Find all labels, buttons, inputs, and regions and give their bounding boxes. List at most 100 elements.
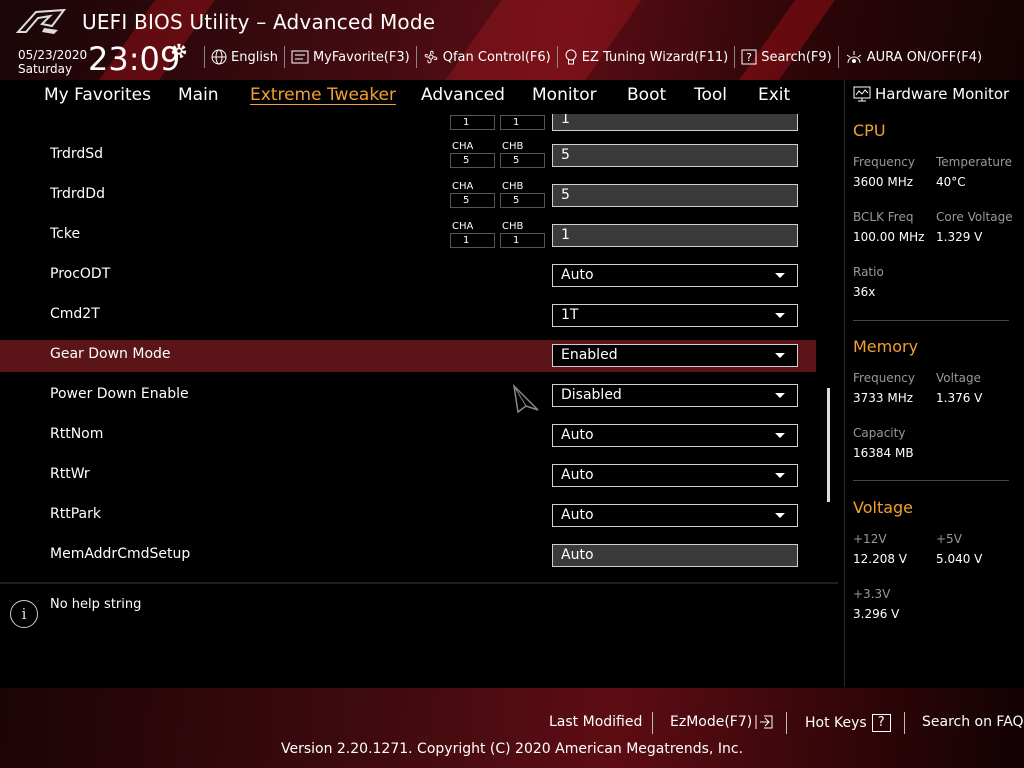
monitor-icon [853,86,871,102]
setting-row-gear-down-mode[interactable]: Gear Down Mode Enabled [0,340,816,372]
help-search-icon: ? [741,49,757,65]
aura-button[interactable]: AURA ON/OFF(F4) [845,49,982,65]
mouse-cursor-icon [512,384,539,414]
hot-keys-button[interactable]: Hot Keys ? [805,714,891,732]
search-label: Search(F9) [761,49,832,65]
question-badge-icon: ? [871,714,891,732]
memory-frequency-label: Frequency [853,371,915,385]
rttnom-dropdown[interactable]: Auto [552,424,798,447]
tab-my-favorites[interactable]: My Favorites [44,85,151,105]
v12-value: 12.208 V [853,552,908,566]
setting-row-power-down-enable[interactable]: Power Down Enable Disabled [0,380,816,412]
setting-row-trdrdsd[interactable]: TrdrdSd CHA CHB 5 5 5 [0,140,816,172]
cha-label: CHA [452,141,474,152]
setting-row-tcke[interactable]: Tcke CHA CHB 1 1 1 [0,220,816,252]
gear-icon[interactable] [170,42,188,60]
hardware-monitor-panel: Hardware Monitor CPU Frequency 3600 MHz … [844,80,1024,687]
last-modified-button[interactable]: Last Modified [549,714,642,730]
tab-exit[interactable]: Exit [758,85,790,105]
tab-advanced[interactable]: Advanced [421,85,505,105]
core-voltage-label: Core Voltage [936,210,1013,224]
setting-label: Power Down Enable [50,386,189,402]
language-button[interactable]: English [211,49,278,65]
rttpark-dropdown[interactable]: Auto [552,504,798,527]
tab-tool[interactable]: Tool [694,85,727,105]
tab-monitor[interactable]: Monitor [532,85,597,105]
dropdown-value: Auto [561,507,594,523]
setting-row-procodt[interactable]: ProcODT Auto [0,260,816,292]
gear-down-mode-dropdown[interactable]: Enabled [552,344,798,367]
value-field[interactable]: 1 [552,224,798,247]
exit-arrow-icon [755,715,773,729]
search-faq-label: Search on FAQ [922,714,1024,730]
setting-label: TrdrdSd [50,146,104,162]
hardware-monitor-label: Hardware Monitor [875,85,1010,103]
cmd2t-dropdown[interactable]: 1T [552,304,798,327]
language-label: English [231,49,278,65]
setting-row-rttnom[interactable]: RttNom Auto [0,420,816,452]
dropdown-arrow-icon [775,273,785,278]
divider [853,320,1009,321]
ezmode-button[interactable]: EzMode(F7) [670,714,774,730]
v12-label: +12V [853,532,887,546]
aura-light-icon [846,51,862,64]
cha-value: 5 [450,153,495,168]
dropdown-arrow-icon [775,433,785,438]
capacity-value: 16384 MB [853,446,914,460]
tab-main[interactable]: Main [178,85,219,105]
chb-value: 1 [500,115,545,130]
value-field[interactable]: 5 [552,144,798,167]
v5-value: 5.040 V [936,552,983,566]
voltage-heading: Voltage [853,498,914,517]
setting-label: RttPark [50,506,101,522]
cpu-frequency-value: 3600 MHz [853,175,914,189]
rttwr-dropdown[interactable]: Auto [552,464,798,487]
value-field[interactable]: 5 [552,184,798,207]
fan-icon [424,50,438,64]
capacity-label: Capacity [853,426,906,440]
value-field[interactable]: 1 [552,114,798,131]
search-button[interactable]: ? Search(F9) [741,49,832,65]
version-text: Version 2.20.1271. Copyright (C) 2020 Am… [280,741,744,757]
setting-label: ProcODT [50,266,111,282]
setting-label: RttWr [50,466,90,482]
dropdown-arrow-icon [775,353,785,358]
ez-tuning-button[interactable]: EZ Tuning Wizard(F11) [564,49,728,65]
setting-row-memaddrcmdsetup[interactable]: MemAddrCmdSetup Auto [0,540,816,572]
setting-label: TrdrdDd [50,186,105,202]
setting-row-trdrddd[interactable]: TrdrdDd CHA CHB 5 5 5 [0,180,816,212]
cpu-heading: CPU [853,121,886,140]
divider [853,480,1009,481]
qfan-button[interactable]: Qfan Control(F6) [423,49,551,65]
dropdown-value: Auto [561,427,594,443]
ratio-label: Ratio [853,265,884,279]
qfan-label: Qfan Control(F6) [442,49,551,65]
date-text: 05/23/2020 [18,48,88,62]
dropdown-value: Disabled [561,387,622,403]
search-faq-button[interactable]: Search on FAQ [922,714,1024,730]
chb-label: CHB [502,181,524,192]
value-field[interactable]: Auto [552,544,798,567]
bclk-value: 100.00 MHz [853,230,925,244]
setting-row-rttpark[interactable]: RttPark Auto [0,500,816,532]
info-icon: i [10,600,38,628]
setting-label: Gear Down Mode [50,346,171,362]
rog-logo-icon [15,8,67,34]
chb-label: CHB [502,221,524,232]
v33-label: +3.3V [853,587,891,601]
power-down-enable-dropdown[interactable]: Disabled [552,384,798,407]
setting-row-partial[interactable]: 1 1 1 [0,114,816,132]
myfavorite-button[interactable]: MyFavorite(F3) [291,50,410,65]
setting-row-rttwr[interactable]: RttWr Auto [0,460,816,492]
cha-label: CHA [452,221,474,232]
tab-extreme-tweaker[interactable]: Extreme Tweaker [250,85,396,105]
settings-scrollbar[interactable] [827,388,830,502]
svg-text:?: ? [746,51,752,64]
procodt-dropdown[interactable]: Auto [552,264,798,287]
globe-icon [211,49,227,65]
memory-heading: Memory [853,337,919,356]
help-text: No help string [50,597,142,612]
setting-row-cmd2t[interactable]: Cmd2T 1T [0,300,816,332]
tab-boot[interactable]: Boot [627,85,666,105]
day-text: Saturday [18,62,73,76]
